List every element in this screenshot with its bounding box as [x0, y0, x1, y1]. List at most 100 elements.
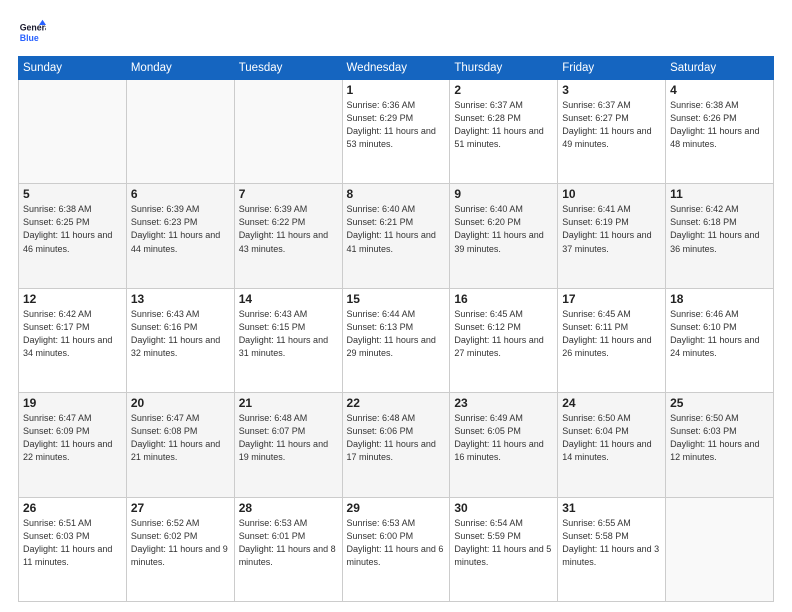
- calendar-cell: 2 Sunrise: 6:37 AMSunset: 6:28 PMDaylight…: [450, 80, 558, 184]
- day-info: Sunrise: 6:47 AMSunset: 6:09 PMDaylight:…: [23, 412, 122, 464]
- calendar-cell: 3 Sunrise: 6:37 AMSunset: 6:27 PMDaylight…: [558, 80, 666, 184]
- calendar-table: SundayMondayTuesdayWednesdayThursdayFrid…: [18, 56, 774, 602]
- day-number: 13: [131, 292, 230, 306]
- calendar-cell: 24 Sunrise: 6:50 AMSunset: 6:04 PMDayligh…: [558, 393, 666, 497]
- day-number: 30: [454, 501, 553, 515]
- day-info: Sunrise: 6:50 AMSunset: 6:04 PMDaylight:…: [562, 412, 661, 464]
- day-number: 23: [454, 396, 553, 410]
- day-info: Sunrise: 6:49 AMSunset: 6:05 PMDaylight:…: [454, 412, 553, 464]
- day-number: 7: [239, 187, 338, 201]
- calendar-cell: 4 Sunrise: 6:38 AMSunset: 6:26 PMDaylight…: [666, 80, 774, 184]
- calendar-cell: 7 Sunrise: 6:39 AMSunset: 6:22 PMDaylight…: [234, 184, 342, 288]
- day-number: 8: [347, 187, 446, 201]
- svg-text:Blue: Blue: [20, 33, 39, 43]
- day-number: 9: [454, 187, 553, 201]
- day-number: 5: [23, 187, 122, 201]
- day-info: Sunrise: 6:47 AMSunset: 6:08 PMDaylight:…: [131, 412, 230, 464]
- day-info: Sunrise: 6:38 AMSunset: 6:25 PMDaylight:…: [23, 203, 122, 255]
- day-number: 12: [23, 292, 122, 306]
- calendar-cell: 25Sunrise: 6:50 AMSunset: 6:03 PMDayligh…: [666, 393, 774, 497]
- day-info: Sunrise: 6:53 AMSunset: 6:00 PMDaylight:…: [347, 517, 446, 569]
- day-number: 11: [670, 187, 769, 201]
- calendar-cell: 10 Sunrise: 6:41 AMSunset: 6:19 PMDayligh…: [558, 184, 666, 288]
- day-info: Sunrise: 6:39 AMSunset: 6:23 PMDaylight:…: [131, 203, 230, 255]
- day-number: 21: [239, 396, 338, 410]
- day-number: 29: [347, 501, 446, 515]
- calendar-cell: 22 Sunrise: 6:48 AMSunset: 6:06 PMDayligh…: [342, 393, 450, 497]
- day-number: 20: [131, 396, 230, 410]
- day-info: Sunrise: 6:43 AMSunset: 6:15 PMDaylight:…: [239, 308, 338, 360]
- day-number: 4: [670, 83, 769, 97]
- col-header-wednesday: Wednesday: [342, 57, 450, 80]
- day-number: 16: [454, 292, 553, 306]
- day-info: Sunrise: 6:54 AMSunset: 5:59 PMDaylight:…: [454, 517, 553, 569]
- calendar-week-1: 5 Sunrise: 6:38 AMSunset: 6:25 PMDaylight…: [19, 184, 774, 288]
- day-number: 2: [454, 83, 553, 97]
- day-info: Sunrise: 6:40 AMSunset: 6:21 PMDaylight:…: [347, 203, 446, 255]
- calendar-cell: 19 Sunrise: 6:47 AMSunset: 6:09 PMDayligh…: [19, 393, 127, 497]
- day-number: 22: [347, 396, 446, 410]
- day-number: 19: [23, 396, 122, 410]
- col-header-tuesday: Tuesday: [234, 57, 342, 80]
- calendar-cell: [19, 80, 127, 184]
- day-info: Sunrise: 6:41 AMSunset: 6:19 PMDaylight:…: [562, 203, 661, 255]
- day-number: 18: [670, 292, 769, 306]
- day-info: Sunrise: 6:36 AMSunset: 6:29 PMDaylight:…: [347, 99, 446, 151]
- calendar-cell: 14 Sunrise: 6:43 AMSunset: 6:15 PMDayligh…: [234, 288, 342, 392]
- day-info: Sunrise: 6:42 AMSunset: 6:17 PMDaylight:…: [23, 308, 122, 360]
- calendar-week-3: 19 Sunrise: 6:47 AMSunset: 6:09 PMDayligh…: [19, 393, 774, 497]
- calendar-cell: 12 Sunrise: 6:42 AMSunset: 6:17 PMDayligh…: [19, 288, 127, 392]
- day-number: 6: [131, 187, 230, 201]
- day-number: 31: [562, 501, 661, 515]
- day-number: 28: [239, 501, 338, 515]
- day-info: Sunrise: 6:53 AMSunset: 6:01 PMDaylight:…: [239, 517, 338, 569]
- day-number: 15: [347, 292, 446, 306]
- day-info: Sunrise: 6:55 AMSunset: 5:58 PMDaylight:…: [562, 517, 661, 569]
- day-number: 10: [562, 187, 661, 201]
- day-number: 3: [562, 83, 661, 97]
- calendar-cell: 15Sunrise: 6:44 AMSunset: 6:13 PMDayligh…: [342, 288, 450, 392]
- calendar-cell: 29 Sunrise: 6:53 AMSunset: 6:00 PMDayligh…: [342, 497, 450, 601]
- day-info: Sunrise: 6:46 AMSunset: 6:10 PMDaylight:…: [670, 308, 769, 360]
- calendar-cell: 20 Sunrise: 6:47 AMSunset: 6:08 PMDayligh…: [126, 393, 234, 497]
- day-info: Sunrise: 6:38 AMSunset: 6:26 PMDaylight:…: [670, 99, 769, 151]
- day-number: 25: [670, 396, 769, 410]
- calendar-cell: 6 Sunrise: 6:39 AMSunset: 6:23 PMDaylight…: [126, 184, 234, 288]
- calendar-cell: 21 Sunrise: 6:48 AMSunset: 6:07 PMDayligh…: [234, 393, 342, 497]
- day-info: Sunrise: 6:42 AMSunset: 6:18 PMDaylight:…: [670, 203, 769, 255]
- col-header-monday: Monday: [126, 57, 234, 80]
- day-number: 1: [347, 83, 446, 97]
- day-info: Sunrise: 6:40 AMSunset: 6:20 PMDaylight:…: [454, 203, 553, 255]
- col-header-friday: Friday: [558, 57, 666, 80]
- day-info: Sunrise: 6:37 AMSunset: 6:28 PMDaylight:…: [454, 99, 553, 151]
- day-number: 27: [131, 501, 230, 515]
- calendar-week-2: 12 Sunrise: 6:42 AMSunset: 6:17 PMDayligh…: [19, 288, 774, 392]
- calendar-cell: 30 Sunrise: 6:54 AMSunset: 5:59 PMDayligh…: [450, 497, 558, 601]
- day-info: Sunrise: 6:43 AMSunset: 6:16 PMDaylight:…: [131, 308, 230, 360]
- day-info: Sunrise: 6:39 AMSunset: 6:22 PMDaylight:…: [239, 203, 338, 255]
- calendar-cell: [126, 80, 234, 184]
- calendar-week-4: 26Sunrise: 6:51 AMSunset: 6:03 PMDayligh…: [19, 497, 774, 601]
- logo-icon: General Blue: [18, 18, 46, 46]
- calendar-cell: 26Sunrise: 6:51 AMSunset: 6:03 PMDayligh…: [19, 497, 127, 601]
- calendar-cell: 17Sunrise: 6:45 AMSunset: 6:11 PMDayligh…: [558, 288, 666, 392]
- calendar-week-0: 1 Sunrise: 6:36 AMSunset: 6:29 PMDaylight…: [19, 80, 774, 184]
- day-info: Sunrise: 6:48 AMSunset: 6:06 PMDaylight:…: [347, 412, 446, 464]
- day-info: Sunrise: 6:51 AMSunset: 6:03 PMDaylight:…: [23, 517, 122, 569]
- calendar-cell: 16Sunrise: 6:45 AMSunset: 6:12 PMDayligh…: [450, 288, 558, 392]
- calendar-header-row: SundayMondayTuesdayWednesdayThursdayFrid…: [19, 57, 774, 80]
- calendar-cell: [234, 80, 342, 184]
- day-number: 24: [562, 396, 661, 410]
- col-header-thursday: Thursday: [450, 57, 558, 80]
- calendar-cell: 8 Sunrise: 6:40 AMSunset: 6:21 PMDaylight…: [342, 184, 450, 288]
- day-number: 14: [239, 292, 338, 306]
- day-info: Sunrise: 6:45 AMSunset: 6:11 PMDaylight:…: [562, 308, 661, 360]
- day-info: Sunrise: 6:48 AMSunset: 6:07 PMDaylight:…: [239, 412, 338, 464]
- calendar-cell: 27 Sunrise: 6:52 AMSunset: 6:02 PMDayligh…: [126, 497, 234, 601]
- day-info: Sunrise: 6:37 AMSunset: 6:27 PMDaylight:…: [562, 99, 661, 151]
- day-info: Sunrise: 6:52 AMSunset: 6:02 PMDaylight:…: [131, 517, 230, 569]
- calendar-cell: 5 Sunrise: 6:38 AMSunset: 6:25 PMDaylight…: [19, 184, 127, 288]
- calendar-cell: 1 Sunrise: 6:36 AMSunset: 6:29 PMDaylight…: [342, 80, 450, 184]
- col-header-saturday: Saturday: [666, 57, 774, 80]
- calendar-cell: 9 Sunrise: 6:40 AMSunset: 6:20 PMDaylight…: [450, 184, 558, 288]
